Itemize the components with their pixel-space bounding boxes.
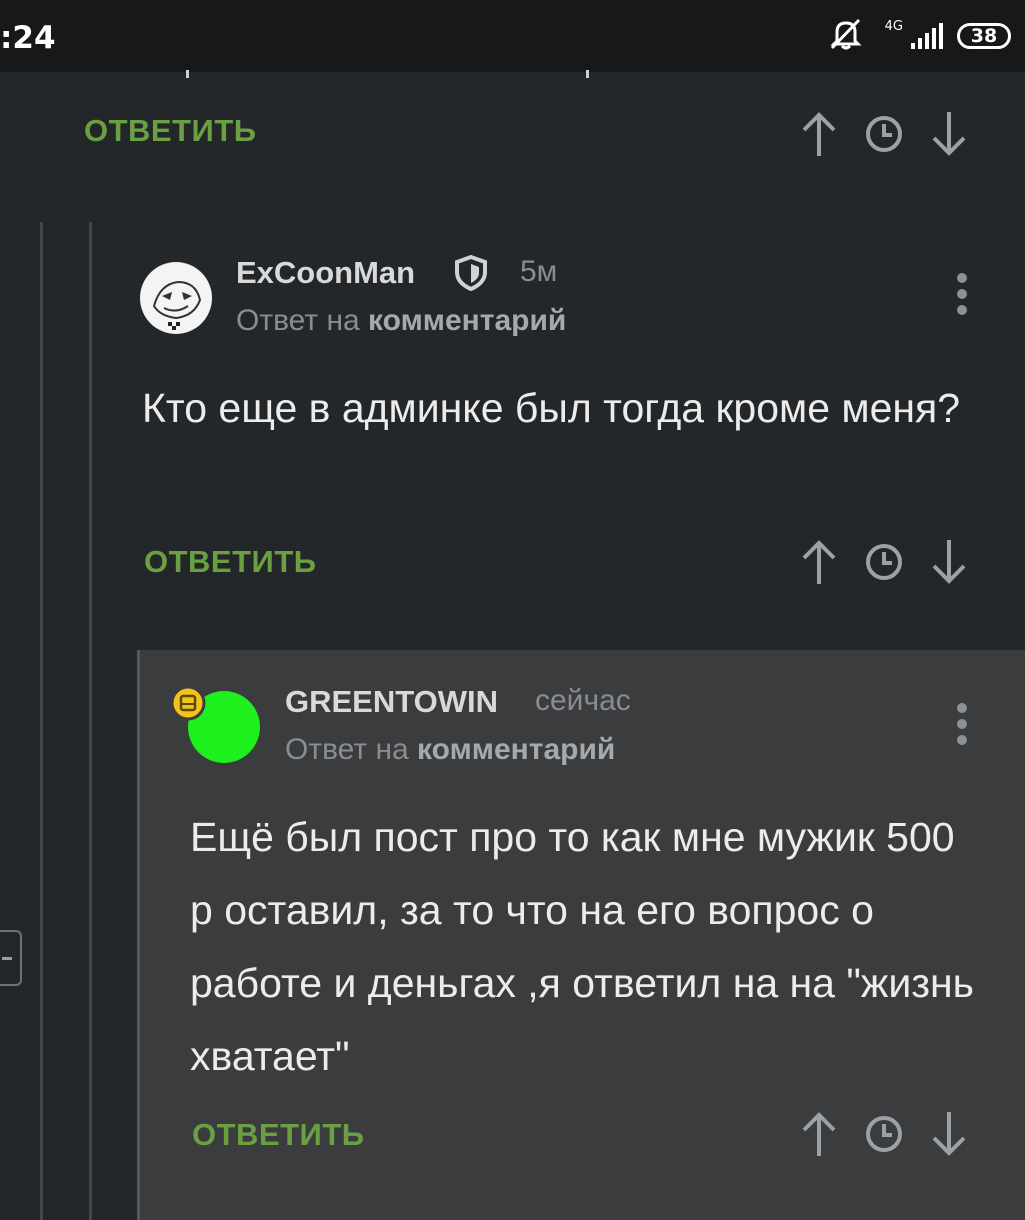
comment-actions <box>800 1110 968 1158</box>
arrow-down-icon[interactable] <box>930 110 968 158</box>
thread-line <box>40 222 43 1220</box>
comment-actions <box>800 538 968 586</box>
avatar[interactable] <box>140 262 212 334</box>
network-type: 4G <box>884 18 903 34</box>
mute-icon <box>827 17 865 56</box>
shield-icon <box>452 254 490 297</box>
collapse-thread-button[interactable] <box>0 930 22 986</box>
reply-to: Ответ на комментарий <box>236 304 566 338</box>
more-options-icon[interactable] <box>955 703 969 745</box>
arrow-up-icon[interactable] <box>800 1110 838 1158</box>
status-icons: 4G 38 <box>827 18 1011 54</box>
new-user-badge-icon <box>170 685 206 726</box>
reply-prefix: Ответ на <box>285 733 409 766</box>
signal-icon <box>911 23 943 49</box>
reply-target-link[interactable]: комментарий <box>368 304 566 337</box>
clock-icon[interactable] <box>864 114 904 154</box>
clipped-text <box>586 70 589 78</box>
username[interactable]: GREENTOWIN <box>285 684 498 720</box>
thread-line <box>89 222 92 1220</box>
arrow-down-icon[interactable] <box>930 538 968 586</box>
arrow-up-icon[interactable] <box>800 110 838 158</box>
status-bar: :24 4G 38 <box>0 0 1025 72</box>
clock-icon[interactable] <box>864 1114 904 1154</box>
reply-button[interactable]: ОТВЕТИТЬ <box>84 113 257 149</box>
reply-target-link[interactable]: комментарий <box>417 733 615 766</box>
username[interactable]: ExCoonMan <box>236 255 415 291</box>
arrow-down-icon[interactable] <box>930 1110 968 1158</box>
status-time: :24 <box>0 20 56 56</box>
comment-time: 5м <box>520 255 558 288</box>
reply-to: Ответ на комментарий <box>285 733 615 767</box>
reply-button[interactable]: ОТВЕТИТЬ <box>144 544 317 580</box>
comment-text: Ещё был пост про то как мне мужик 500 р … <box>190 814 975 1079</box>
arrow-up-icon[interactable] <box>800 538 838 586</box>
clipped-text <box>186 70 189 78</box>
comment-time: сейчас <box>535 684 631 717</box>
battery-icon: 38 <box>957 23 1011 49</box>
comment-text: Кто еще в админке был тогда кроме меня? <box>142 385 961 431</box>
reply-prefix: Ответ на <box>236 304 360 337</box>
reply-button[interactable]: ОТВЕТИТЬ <box>192 1117 365 1153</box>
comment-actions <box>800 110 968 158</box>
clock-icon[interactable] <box>864 542 904 582</box>
more-options-icon[interactable] <box>955 273 969 315</box>
